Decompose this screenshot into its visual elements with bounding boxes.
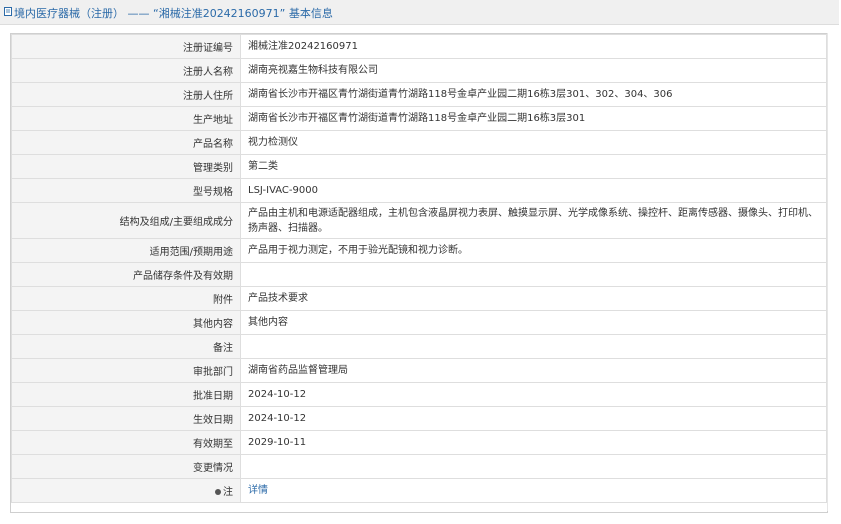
row-value: 产品技术要求	[240, 286, 827, 311]
row-label: 注册人名称	[11, 58, 241, 83]
table-row: 变更情况	[11, 454, 827, 479]
table-row: 备注	[11, 334, 827, 359]
row-label: 型号规格	[11, 178, 241, 203]
table-row: 结构及组成/主要组成成分 产品由主机和电源适配器组成，主机包含液晶屏视力表屏、触…	[11, 202, 827, 239]
row-label: 产品名称	[11, 130, 241, 155]
scrollbar-track[interactable]	[827, 33, 828, 511]
row-label: 注册证编号	[11, 34, 241, 59]
row-label: 批准日期	[11, 382, 241, 407]
table-row: 注册证编号 湘械注准20242160971	[11, 34, 827, 59]
row-value: 湖南省药品监督管理局	[240, 358, 827, 383]
row-label-note: 注	[11, 478, 241, 503]
table-row: 注册人名称 湖南亮视嘉生物科技有限公司	[11, 58, 827, 83]
row-value	[240, 454, 827, 479]
row-label: 变更情况	[11, 454, 241, 479]
row-label: 审批部门	[11, 358, 241, 383]
row-value: 其他内容	[240, 310, 827, 335]
table-row: 管理类别 第二类	[11, 154, 827, 179]
table-row: 审批部门 湖南省药品监督管理局	[11, 358, 827, 383]
table-row: 其他内容 其他内容	[11, 310, 827, 335]
row-value: 产品由主机和电源适配器组成，主机包含液晶屏视力表屏、触摸显示屏、光学成像系统、操…	[240, 202, 827, 239]
row-value	[240, 262, 827, 287]
table-row: 适用范围/预期用途 产品用于视力测定，不用于验光配镜和视力诊断。	[11, 238, 827, 263]
document-icon	[4, 7, 12, 16]
row-value: 视力检测仪	[240, 130, 827, 155]
row-label: 产品储存条件及有效期	[11, 262, 241, 287]
row-label: 有效期至	[11, 430, 241, 455]
table-row: 生效日期 2024-10-12	[11, 406, 827, 431]
row-value: LSJ-IVAC-9000	[240, 178, 827, 203]
table-row: 批准日期 2024-10-12	[11, 382, 827, 407]
table-row: 生产地址 湖南省长沙市开福区青竹湖街道青竹湖路118号金卓产业园二期16栋3层3…	[11, 106, 827, 131]
note-bullet-icon	[215, 489, 221, 495]
row-value: 产品用于视力测定，不用于验光配镜和视力诊断。	[240, 238, 827, 263]
table-row: 产品名称 视力检测仪	[11, 130, 827, 155]
row-value: 湖南亮视嘉生物科技有限公司	[240, 58, 827, 83]
note-label: 注	[223, 487, 233, 498]
table-row: 注 详情	[11, 478, 827, 503]
row-label: 管理类别	[11, 154, 241, 179]
row-value	[240, 334, 827, 359]
row-label: 注册人住所	[11, 82, 241, 107]
info-panel: 注册证编号 湘械注准20242160971 注册人名称 湖南亮视嘉生物科技有限公…	[10, 33, 828, 513]
row-value: 2024-10-12	[240, 382, 827, 407]
row-value: 湖南省长沙市开福区青竹湖街道青竹湖路118号金卓产业园二期16栋3层301、30…	[240, 82, 827, 107]
title-bar: 境内医疗器械（注册） —— “湘械注准20242160971” 基本信息	[0, 0, 839, 25]
row-label: 生产地址	[11, 106, 241, 131]
row-label: 生效日期	[11, 406, 241, 431]
row-value: 2024-10-12	[240, 406, 827, 431]
table-row: 注册人住所 湖南省长沙市开福区青竹湖街道青竹湖路118号金卓产业园二期16栋3层…	[11, 82, 827, 107]
info-table: 注册证编号 湘械注准20242160971 注册人名称 湖南亮视嘉生物科技有限公…	[11, 34, 827, 503]
table-row: 有效期至 2029-10-11	[11, 430, 827, 455]
row-value: 湖南省长沙市开福区青竹湖街道青竹湖路118号金卓产业园二期16栋3层301	[240, 106, 827, 131]
table-row: 产品储存条件及有效期	[11, 262, 827, 287]
row-label: 附件	[11, 286, 241, 311]
row-value: 湘械注准20242160971	[240, 34, 827, 59]
row-label: 其他内容	[11, 310, 241, 335]
row-value: 第二类	[240, 154, 827, 179]
row-label: 适用范围/预期用途	[11, 238, 241, 263]
row-value: 详情	[240, 478, 827, 503]
table-row: 型号规格 LSJ-IVAC-9000	[11, 178, 827, 203]
details-link[interactable]: 详情	[248, 485, 268, 496]
row-label: 备注	[11, 334, 241, 359]
table-row: 附件 产品技术要求	[11, 286, 827, 311]
row-label: 结构及组成/主要组成成分	[11, 202, 241, 239]
row-value: 2029-10-11	[240, 430, 827, 455]
page-title: 境内医疗器械（注册） —— “湘械注准20242160971” 基本信息	[14, 7, 333, 20]
